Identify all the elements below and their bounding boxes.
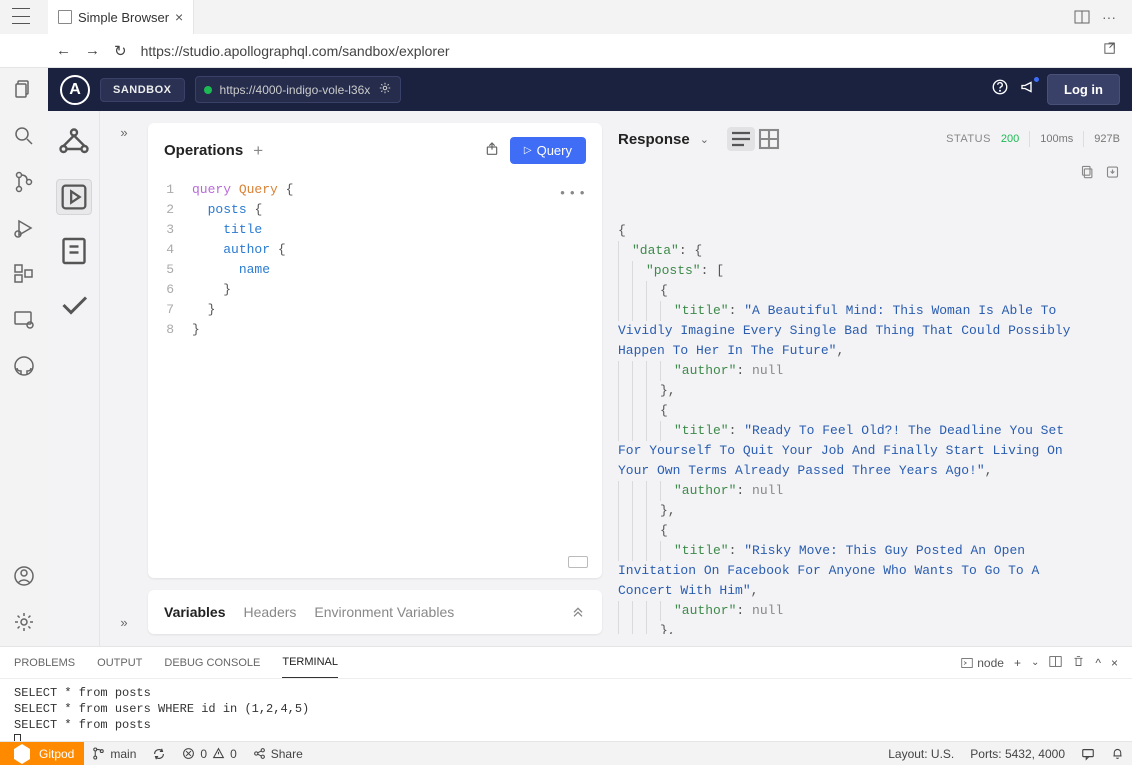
json-view-icon[interactable]	[727, 127, 755, 151]
status-code: 200	[1001, 133, 1019, 145]
expand-history-icon[interactable]: »	[120, 615, 127, 630]
apollo-header: A SANDBOX Log in	[48, 68, 1132, 111]
connection-status-icon	[204, 86, 212, 94]
branch-indicator[interactable]: main	[84, 747, 144, 761]
explorer-run-icon[interactable]	[56, 179, 92, 215]
sandbox-badge[interactable]: SANDBOX	[100, 78, 185, 102]
forward-icon[interactable]: →	[85, 42, 100, 59]
file-icon	[58, 10, 72, 24]
endpoint-input[interactable]	[220, 83, 370, 97]
collapse-up-icon[interactable]	[570, 603, 586, 622]
notification-dot-icon	[1033, 76, 1040, 83]
copy-response-icon[interactable]	[1080, 161, 1095, 183]
response-header: Response ⌄ STATUS 200 100ms	[618, 123, 1120, 161]
download-response-icon[interactable]	[1105, 161, 1120, 183]
settings-gear-icon[interactable]	[12, 610, 36, 634]
close-panel-icon[interactable]: ×	[1111, 656, 1118, 670]
checks-icon[interactable]	[56, 287, 92, 323]
feedback-icon[interactable]	[1073, 747, 1103, 761]
tab-problems[interactable]: PROBLEMS	[14, 648, 75, 678]
sync-indicator[interactable]	[144, 747, 174, 761]
tab-variables[interactable]: Variables	[164, 604, 226, 620]
table-view-icon[interactable]	[755, 127, 783, 151]
terminal-panel: PROBLEMS OUTPUT DEBUG CONSOLE TERMINAL n…	[0, 646, 1132, 741]
tab-env-vars[interactable]: Environment Variables	[314, 604, 454, 620]
response-title: Response	[618, 131, 690, 148]
announcements-icon[interactable]	[1019, 78, 1037, 101]
run-debug-icon[interactable]	[12, 216, 36, 240]
tab-title: Simple Browser	[78, 10, 169, 25]
split-editor-icon[interactable]	[1074, 9, 1090, 25]
problems-indicator[interactable]: 0 0	[174, 747, 244, 761]
editor-more-icon[interactable]: •••	[559, 184, 588, 204]
apollo-sidebar	[48, 111, 100, 646]
variables-panel: Variables Headers Environment Variables	[148, 590, 602, 634]
share-button[interactable]: Share	[245, 747, 311, 761]
kill-terminal-icon[interactable]	[1072, 655, 1085, 671]
response-time: 100ms	[1040, 133, 1073, 145]
add-operation-icon[interactable]: +	[253, 141, 263, 161]
editor-tab-bar: Simple Browser × ···	[0, 0, 1132, 34]
layout-indicator[interactable]: Layout: U.S.	[880, 747, 962, 761]
status-label: STATUS	[946, 133, 991, 145]
more-icon[interactable]: ···	[1102, 9, 1118, 25]
apollo-logo-icon: A	[60, 75, 90, 105]
endpoint-input-box[interactable]	[195, 76, 401, 103]
tab-terminal[interactable]: TERMINAL	[282, 647, 338, 678]
address-bar[interactable]: https://studio.apollographql.com/sandbox…	[141, 43, 1089, 59]
docs-collapse-rail: » »	[100, 111, 148, 646]
keyboard-icon[interactable]	[568, 556, 588, 568]
bell-icon[interactable]	[1103, 747, 1132, 760]
schema-icon[interactable]	[56, 125, 92, 161]
explorer-icon[interactable]	[12, 78, 36, 102]
browser-toolbar: ← → ↻ https://studio.apollographql.com/s…	[0, 34, 1132, 68]
terminal-shell-select[interactable]: node	[961, 656, 1004, 670]
menu-icon[interactable]	[12, 8, 30, 24]
operations-title: Operations	[164, 142, 243, 159]
close-icon[interactable]: ×	[175, 9, 183, 25]
operations-panel: Operations + Query ••• 12345678 query Qu…	[148, 123, 602, 578]
expand-docs-icon[interactable]: »	[120, 125, 127, 140]
gitpod-badge[interactable]: Gitpod	[0, 742, 84, 765]
tab-output[interactable]: OUTPUT	[97, 648, 142, 678]
reload-icon[interactable]: ↻	[114, 42, 127, 60]
response-size: 927B	[1094, 133, 1120, 145]
gear-icon[interactable]	[378, 81, 392, 98]
extensions-icon[interactable]	[12, 262, 36, 286]
maximize-panel-icon[interactable]: ^	[1095, 656, 1101, 670]
run-query-button[interactable]: Query	[510, 137, 586, 164]
help-icon[interactable]	[991, 78, 1009, 101]
remote-explorer-icon[interactable]	[12, 308, 36, 332]
new-terminal-icon[interactable]: +	[1014, 656, 1021, 670]
share-operation-icon[interactable]	[484, 141, 500, 160]
source-control-icon[interactable]	[12, 170, 36, 194]
login-button[interactable]: Log in	[1047, 74, 1120, 105]
open-external-icon[interactable]	[1103, 42, 1118, 60]
tab-debug-console[interactable]: DEBUG CONSOLE	[164, 648, 260, 678]
back-icon[interactable]: ←	[56, 42, 71, 59]
query-editor[interactable]: ••• 12345678 query Query { posts { title…	[148, 178, 602, 578]
split-terminal-icon[interactable]	[1049, 655, 1062, 671]
response-body[interactable]: {"data": {"posts": [{"title": "A Beautif…	[618, 161, 1120, 634]
response-dropdown-icon[interactable]: ⌄	[700, 133, 709, 146]
diff-icon[interactable]	[56, 233, 92, 269]
status-bar: Gitpod main 0 0 Share Layout: U.S. Ports…	[0, 741, 1132, 765]
accounts-icon[interactable]	[12, 564, 36, 588]
activity-bar	[0, 68, 48, 646]
github-icon[interactable]	[12, 354, 36, 378]
apollo-studio: A SANDBOX Log in	[48, 68, 1132, 646]
tab-simple-browser[interactable]: Simple Browser ×	[48, 0, 194, 34]
ports-indicator[interactable]: Ports: 5432, 4000	[962, 747, 1073, 761]
search-icon[interactable]	[12, 124, 36, 148]
terminal-dropdown-icon[interactable]: ⌄	[1031, 657, 1039, 668]
tab-headers[interactable]: Headers	[244, 604, 297, 620]
